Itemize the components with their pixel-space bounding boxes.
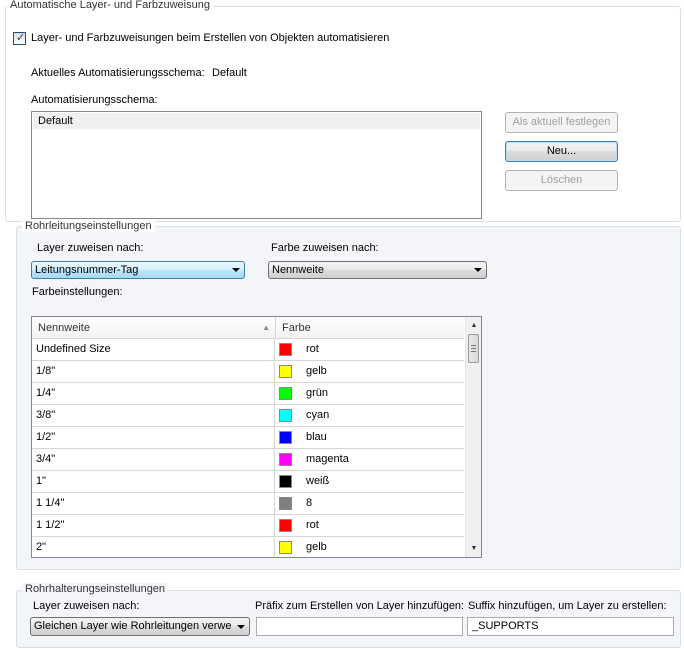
color-cell[interactable]: 8 xyxy=(276,493,464,514)
size-cell: 2" xyxy=(32,537,275,557)
size-cell: Undefined Size xyxy=(32,339,275,360)
color-name: weiß xyxy=(306,475,330,487)
chevron-down-icon xyxy=(232,268,240,272)
automate-checkbox[interactable]: ✓ xyxy=(13,32,26,45)
color-swatch xyxy=(279,519,292,532)
size-cell: 1/8" xyxy=(32,361,275,382)
color-name: grün xyxy=(306,387,329,399)
column-header-size[interactable]: Nennweite ▲ xyxy=(32,317,276,339)
table-row[interactable]: 1/2" blau xyxy=(32,427,464,449)
color-cell[interactable]: magenta xyxy=(276,449,464,470)
set-current-button[interactable]: Als aktuell festlegen xyxy=(505,112,618,133)
color-swatch xyxy=(279,475,292,488)
color-cell[interactable]: grün xyxy=(276,383,464,404)
color-cell[interactable]: gelb xyxy=(276,361,464,382)
color-settings-grid[interactable]: Nennweite ▲ Farbe Undefined Size rot 1/8" g… xyxy=(31,316,482,558)
support-layer-dropdown[interactable]: Gleichen Layer wie Rohrleitungen verwend… xyxy=(30,617,250,636)
size-cell: 1 1/4" xyxy=(32,493,275,514)
scheme-listbox[interactable]: Default xyxy=(31,111,482,219)
auto-assignment-group-title: Automatische Layer- und Farbzuweisung xyxy=(7,0,213,11)
prefix-input[interactable] xyxy=(256,617,463,636)
current-scheme-value: Default xyxy=(212,67,247,79)
current-scheme-label: Aktuelles Automatisierungsschema: xyxy=(31,67,205,79)
color-name: gelb xyxy=(306,541,327,553)
arrow-up-icon[interactable]: ▲ xyxy=(467,318,481,333)
color-name: 8 xyxy=(306,497,313,509)
grid-scrollbar[interactable]: ▲ ▼ xyxy=(465,317,481,557)
scrollbar-thumb[interactable] xyxy=(468,334,479,363)
color-swatch xyxy=(279,343,292,356)
pipe-color-dropdown-value: Nennweite xyxy=(272,264,324,276)
arrow-down-icon[interactable]: ▼ xyxy=(467,541,481,556)
table-row[interactable]: 3/8" cyan xyxy=(32,405,464,427)
support-layer-dropdown-value: Gleichen Layer wie Rohrleitungen verwend… xyxy=(34,620,232,632)
support-settings-group-title: Rohrhalterungseinstellungen xyxy=(22,583,169,595)
prefix-label: Präfix zum Erstellen von Layer hinzufüge… xyxy=(255,600,465,612)
suffix-label: Suffix hinzufügen, um Layer zu erstellen… xyxy=(468,600,667,612)
color-cell[interactable]: blau xyxy=(276,427,464,448)
table-row[interactable]: 3/4" magenta xyxy=(32,449,464,471)
color-swatch xyxy=(279,365,292,378)
color-name: cyan xyxy=(306,409,330,421)
new-scheme-button[interactable]: Neu... xyxy=(505,141,618,162)
color-name: magenta xyxy=(306,453,349,465)
size-cell: 3/8" xyxy=(32,405,275,426)
table-row[interactable]: Undefined Size rot xyxy=(32,339,464,361)
size-cell: 1 1/2" xyxy=(32,515,275,536)
scheme-list-label: Automatisierungsschema: xyxy=(31,94,158,106)
pipe-layer-label: Layer zuweisen nach: xyxy=(37,242,144,254)
table-row[interactable]: 1 1/4" 8 xyxy=(32,493,464,515)
column-header-color[interactable]: Farbe xyxy=(276,317,464,339)
pipe-layer-dropdown[interactable]: Leitungsnummer-Tag xyxy=(31,261,245,279)
color-name: blau xyxy=(306,431,327,443)
suffix-input[interactable]: _SUPPORTS xyxy=(467,617,674,636)
color-name: gelb xyxy=(306,365,327,377)
color-swatch xyxy=(279,453,292,466)
pipe-settings-group-title: Rohrleitungseinstellungen xyxy=(22,220,155,232)
chevron-down-icon xyxy=(237,625,245,629)
color-swatch xyxy=(279,541,292,554)
column-header-size-label: Nennweite xyxy=(38,322,90,334)
color-cell[interactable]: weiß xyxy=(276,471,464,492)
size-cell: 1/2" xyxy=(32,427,275,448)
pipe-layer-dropdown-value: Leitungsnummer-Tag xyxy=(35,264,139,276)
color-name: rot xyxy=(306,343,319,355)
delete-scheme-button[interactable]: Löschen xyxy=(505,170,618,191)
color-swatch xyxy=(279,497,292,510)
pipe-color-dropdown[interactable]: Nennweite xyxy=(268,261,487,279)
column-header-color-label: Farbe xyxy=(282,322,311,334)
suffix-input-value: _SUPPORTS xyxy=(472,620,539,632)
color-cell[interactable]: cyan xyxy=(276,405,464,426)
table-row[interactable]: 1" weiß xyxy=(32,471,464,493)
chevron-down-icon xyxy=(474,268,482,272)
table-row[interactable]: 1/8" gelb xyxy=(32,361,464,383)
color-cell[interactable]: rot xyxy=(276,339,464,360)
size-cell: 3/4" xyxy=(32,449,275,470)
table-row[interactable]: 1 1/2" rot xyxy=(32,515,464,537)
size-cell: 1" xyxy=(32,471,275,492)
grid-header: Nennweite ▲ Farbe xyxy=(32,317,464,339)
color-swatch xyxy=(279,387,292,400)
scheme-list-item[interactable]: Default xyxy=(33,113,480,129)
pipe-color-label: Farbe zuweisen nach: xyxy=(271,242,379,254)
color-name: rot xyxy=(306,519,319,531)
sort-up-icon: ▲ xyxy=(262,323,270,332)
support-layer-label: Layer zuweisen nach: xyxy=(33,600,140,612)
color-cell[interactable]: rot xyxy=(276,515,464,536)
table-row[interactable]: 2" gelb xyxy=(32,537,464,557)
automate-checkbox-label[interactable]: Layer- und Farbzuweisungen beim Erstelle… xyxy=(31,32,389,44)
table-row[interactable]: 1/4" grün xyxy=(32,383,464,405)
size-cell: 1/4" xyxy=(32,383,275,404)
color-settings-label: Farbeinstellungen: xyxy=(32,286,123,298)
color-swatch xyxy=(279,431,292,444)
checkmark-icon: ✓ xyxy=(16,32,26,44)
color-cell[interactable]: gelb xyxy=(276,537,464,557)
color-swatch xyxy=(279,409,292,422)
